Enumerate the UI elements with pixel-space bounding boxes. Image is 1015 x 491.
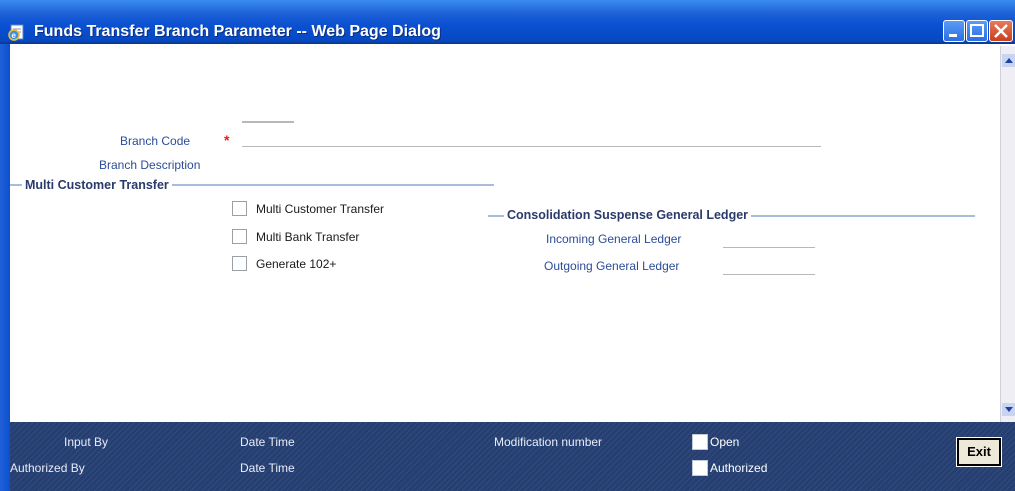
branch-description-label: Branch Description [99,158,201,172]
authorized-by-label: Authorized By [10,461,85,475]
authorized-checkbox[interactable] [692,460,708,476]
open-option[interactable]: Open [692,434,739,450]
incoming-gl-label: Incoming General Ledger [546,232,682,246]
generate-102-checkbox[interactable] [232,256,247,271]
branch-code-field[interactable] [242,121,294,123]
multi-customer-transfer-title: Multi Customer Transfer [22,178,172,192]
multi-bank-transfer-checkbox[interactable] [232,229,247,244]
window-title: Funds Transfer Branch Parameter -- Web P… [34,23,441,40]
scroll-up-arrow-icon[interactable] [1002,54,1015,67]
maximize-button[interactable] [966,20,988,42]
ie-page-icon: e [8,24,24,41]
svg-text:e: e [12,31,17,40]
multi-bank-transfer-label: Multi Bank Transfer [256,229,360,244]
consolidation-title: Consolidation Suspense General Ledger [504,208,752,222]
incoming-gl-field[interactable] [723,247,815,248]
input-by-label: Input By [64,435,109,449]
scroll-down-arrow-icon[interactable] [1002,403,1015,416]
modification-number-label: Modification number [494,435,603,449]
open-label: Open [710,435,740,449]
window-frame [0,44,10,491]
multi-customer-transfer-checkbox[interactable] [232,201,247,216]
multi-bank-transfer-option[interactable]: Multi Bank Transfer [232,229,359,244]
authorized-label: Authorized [710,461,768,475]
authorized-option[interactable]: Authorized [692,460,767,476]
date-time-label: Date Time [240,435,295,449]
close-button[interactable] [989,20,1013,42]
multi-customer-transfer-option[interactable]: Multi Customer Transfer [232,201,384,216]
date-time-label: Date Time [240,461,295,475]
generate-102-label: Generate 102+ [256,256,337,271]
outgoing-gl-label: Outgoing General Ledger [544,259,680,273]
exit-button[interactable]: Exit [956,437,1002,467]
maximize-icon [970,24,984,37]
close-icon [994,24,1008,38]
dialog-content: Branch Code * Branch Description Multi C… [10,46,1000,422]
audit-footer: Input By Authorized By Date Time Date Ti… [10,422,1015,491]
minimize-button[interactable] [943,20,965,42]
generate-102-option[interactable]: Generate 102+ [232,256,336,271]
open-checkbox[interactable] [692,434,708,450]
title-bar: e Funds Transfer Branch Parameter -- Web… [0,0,1015,44]
multi-customer-transfer-option-label: Multi Customer Transfer [256,201,385,216]
branch-description-field[interactable] [242,146,821,147]
required-marker: * [224,132,230,148]
vertical-scrollbar[interactable] [1000,46,1015,422]
branch-code-label: Branch Code [120,134,191,148]
minimize-icon [949,34,957,37]
outgoing-gl-field[interactable] [723,274,815,275]
